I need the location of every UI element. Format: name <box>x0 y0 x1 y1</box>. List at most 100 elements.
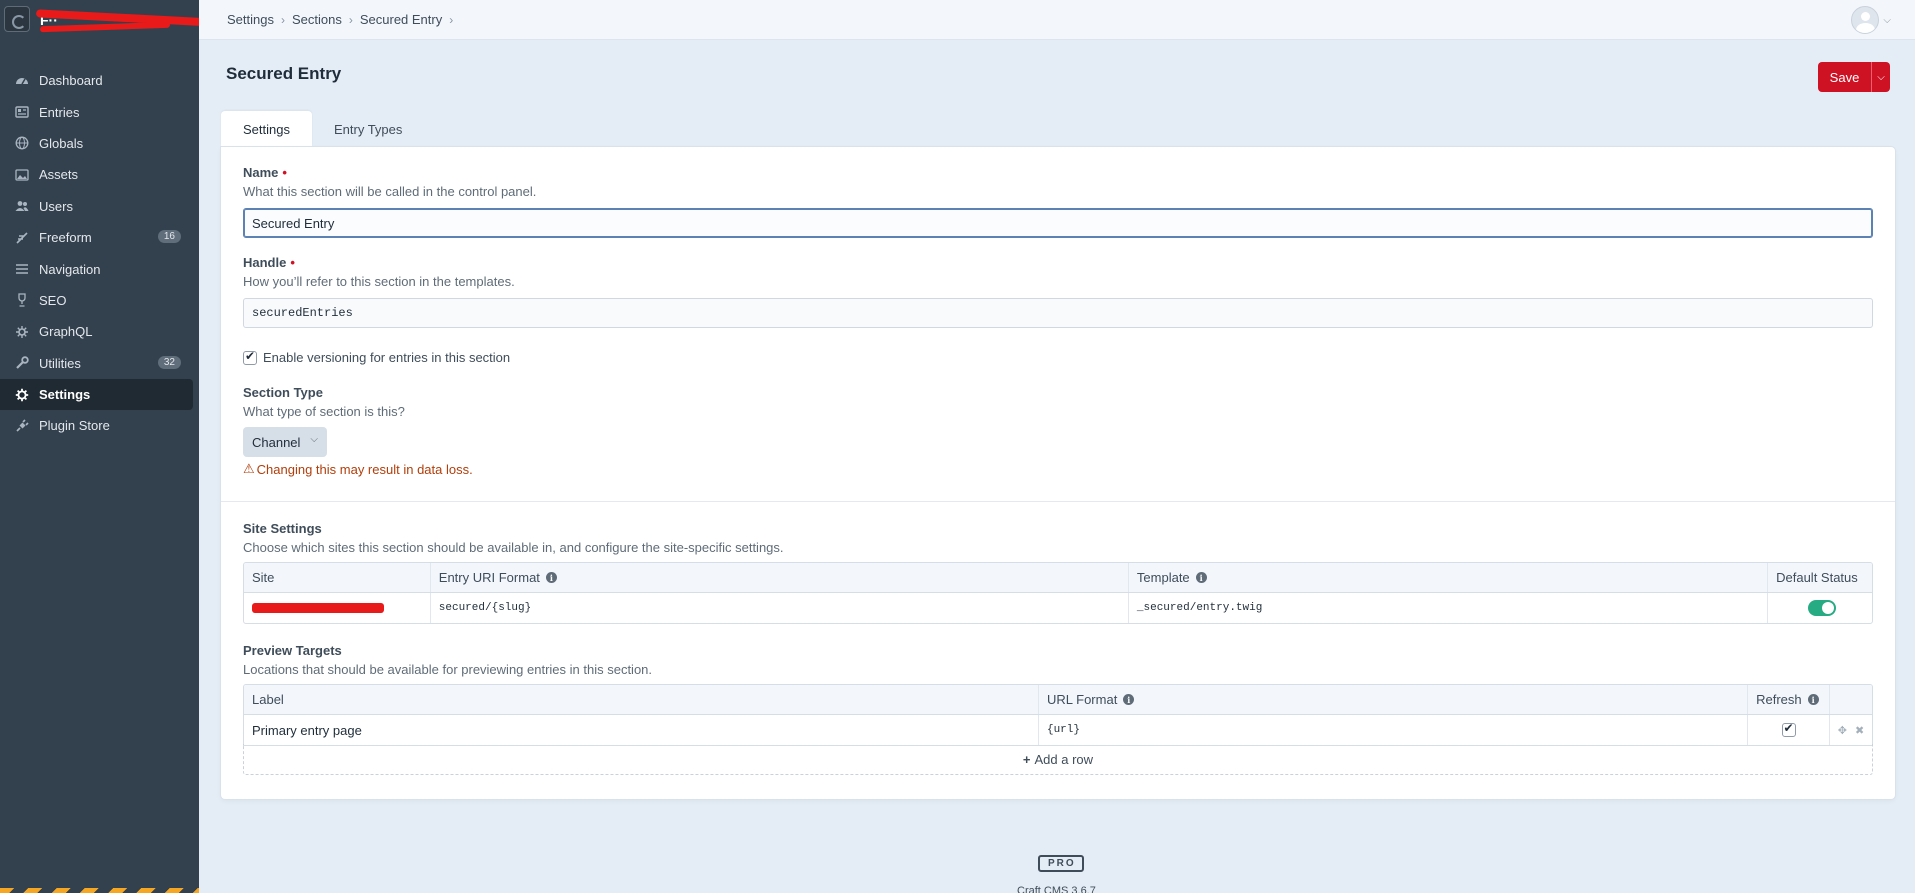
chevron-down-icon: ⌵ <box>310 434 318 445</box>
site-icon <box>4 6 30 32</box>
warning-icon: ⚠ <box>243 461 255 476</box>
add-row-button[interactable]: + Add a row <box>243 744 1873 775</box>
handle-input[interactable] <box>243 298 1873 328</box>
default-status-cell <box>1768 593 1872 623</box>
avatar <box>1851 6 1880 34</box>
tab-settings[interactable]: Settings <box>221 111 312 147</box>
required-indicator: • <box>282 165 287 180</box>
chevron-down-icon: ⌵ <box>1877 71 1885 83</box>
table-row: secured/{slug} _secured/entry.twig <box>244 593 1872 623</box>
redaction-mark <box>252 603 384 613</box>
save-button[interactable]: Save <box>1818 62 1871 92</box>
uri-format-cell[interactable]: secured/{slug} <box>431 593 1129 623</box>
trophy-icon <box>15 293 29 308</box>
table-header-row: Label URL Format i Refresh i <box>244 685 1872 715</box>
col-site: Site <box>244 563 431 592</box>
name-input[interactable] <box>243 208 1873 238</box>
user-menu[interactable]: ⌵ <box>1851 6 1891 34</box>
col-refresh: Refresh i <box>1748 685 1831 714</box>
tab-entry-types[interactable]: Entry Types <box>312 111 424 147</box>
preview-targets-field: Preview Targets Locations that should be… <box>243 643 652 677</box>
row-actions: ✥ ✖ <box>1830 715 1872 745</box>
info-icon[interactable]: i <box>1123 694 1135 705</box>
nav-item-assets[interactable]: Assets <box>0 159 199 190</box>
utilities-badge: 32 <box>157 355 181 369</box>
nav-item-settings[interactable]: Settings <box>0 378 193 411</box>
nav-item-dashboard[interactable]: Dashboard <box>0 65 199 96</box>
breadcrumb-settings[interactable]: Settings <box>227 12 274 27</box>
page-title: Secured Entry <box>226 64 342 83</box>
nav-item-freeform[interactable]: Freeform 16 <box>0 222 199 253</box>
site-settings-label: Site Settings <box>243 521 322 536</box>
nav-label: Navigation <box>39 261 101 277</box>
freeform-badge: 16 <box>157 229 181 243</box>
name-field: Name • What this section will be called i… <box>243 165 536 199</box>
section-type-label: Section Type <box>243 385 323 400</box>
handle-field: Handle • How you’ll refer to this section… <box>243 255 515 289</box>
save-menu-button[interactable]: ⌵ <box>1871 62 1890 92</box>
label-cell[interactable]: Primary entry page <box>244 715 1039 745</box>
nav-label: GraphQL <box>39 324 93 340</box>
add-row-label: Add a row <box>1034 751 1094 767</box>
template-cell[interactable]: _secured/entry.twig <box>1129 593 1769 623</box>
section-type-field: Section Type What type of section is thi… <box>243 385 405 419</box>
handle-label: Handle • <box>243 255 295 270</box>
default-status-toggle[interactable] <box>1808 600 1837 616</box>
info-icon[interactable]: i <box>545 572 557 583</box>
site-header[interactable]: F·· <box>0 0 217 40</box>
nav-item-navigation[interactable]: Navigation <box>0 253 199 284</box>
nav-item-graphql[interactable]: GraphQL <box>0 316 199 347</box>
preview-targets-table: Label URL Format i Refresh i Primary entry… <box>243 684 1873 746</box>
versioning-checkbox-row[interactable]: Enable versioning for entries in this se… <box>243 349 511 365</box>
col-label: Label <box>244 685 1039 714</box>
nav-item-seo[interactable]: SEO <box>0 285 199 316</box>
section-type-instructions: What type of section is this? <box>243 404 405 419</box>
list-icon <box>15 262 29 276</box>
top-header: Settings › Sections › Secured Entry › ⌵ <box>199 0 1915 40</box>
col-entry-uri-format: Entry URI Format i <box>431 563 1129 592</box>
nav-item-plugin-store[interactable]: Plugin Store <box>0 410 199 441</box>
graphql-icon <box>15 325 29 339</box>
sidebar: F·· Dashboard Entries Globals Assets Use… <box>0 0 217 893</box>
plug-icon <box>15 419 29 433</box>
save-button-group: Save ⌵ <box>1818 62 1890 92</box>
breadcrumb: Settings › Sections › Secured Entry › <box>227 12 460 27</box>
name-label: Name • <box>243 165 287 180</box>
nav-item-entries[interactable]: Entries <box>0 96 199 127</box>
table-header-row: Site Entry URI Format i Template i Default… <box>244 563 1872 593</box>
required-indicator: • <box>290 255 295 270</box>
freeform-icon <box>15 231 29 245</box>
versioning-label: Enable versioning for entries in this se… <box>263 350 511 365</box>
nav-label: Globals <box>39 135 84 151</box>
section-type-value: Channel <box>252 434 301 450</box>
wrench-icon <box>15 356 29 370</box>
redaction-mark <box>39 21 171 33</box>
nav-label: Utilities <box>39 355 81 371</box>
section-type-select[interactable]: Channel ⌵ <box>243 427 327 457</box>
gauge-icon <box>15 74 29 88</box>
handle-instructions: How you’ll refer to this section in the … <box>243 274 515 289</box>
refresh-checkbox[interactable] <box>1781 721 1796 737</box>
name-instructions: What this section will be called in the … <box>243 184 537 199</box>
info-icon[interactable]: i <box>1195 572 1207 583</box>
breadcrumb-secured-entry[interactable]: Secured Entry <box>360 12 442 27</box>
nav-item-utilities[interactable]: Utilities 32 <box>0 348 199 379</box>
preview-targets-label: Preview Targets <box>243 643 342 658</box>
delete-icon[interactable]: ✖ <box>1855 724 1864 737</box>
nav-label: Settings <box>39 387 91 403</box>
newspaper-icon <box>15 105 29 119</box>
breadcrumb-sections[interactable]: Sections <box>292 12 342 27</box>
nav-item-users[interactable]: Users <box>0 191 199 222</box>
info-icon[interactable]: i <box>1807 694 1819 705</box>
nav-label: Freeform <box>39 230 92 246</box>
site-cell <box>244 593 431 623</box>
col-template: Template i <box>1129 563 1769 592</box>
nav-item-globals[interactable]: Globals <box>0 128 199 159</box>
site-settings-table: Site Entry URI Format i Template i Default… <box>243 562 1873 624</box>
move-icon[interactable]: ✥ <box>1838 724 1847 737</box>
refresh-cell <box>1748 715 1830 745</box>
preview-targets-instructions: Locations that should be available for p… <box>243 662 653 677</box>
nav-label: Dashboard <box>39 73 103 89</box>
versioning-checkbox[interactable] <box>243 349 257 365</box>
url-format-cell[interactable]: {url} <box>1039 715 1749 745</box>
